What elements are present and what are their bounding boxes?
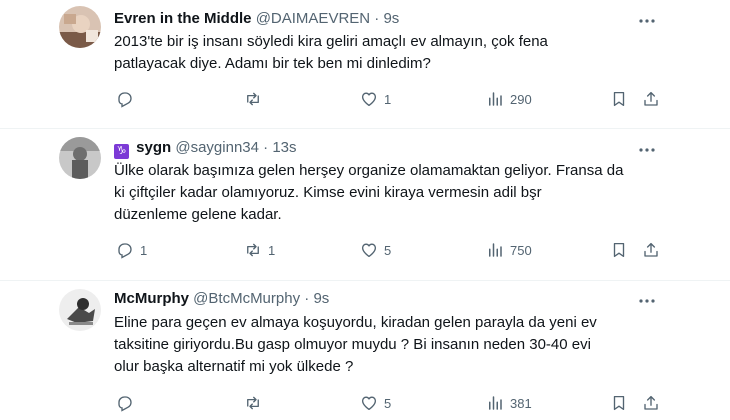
reply-icon — [118, 243, 132, 259]
user-handle[interactable]: @sayginn34 — [175, 139, 259, 156]
like-count: 5 — [384, 242, 392, 258]
tweet-text: Ülke olarak başımıza gelen herşey organi… — [114, 160, 674, 226]
repost-count: 1 — [268, 242, 276, 258]
like-count: 5 — [384, 395, 392, 411]
like-count: 1 — [384, 91, 392, 107]
display-name[interactable]: McMurphy — [114, 290, 189, 307]
tweet-text: Eline para geçen ev almaya koşuyordu, ki… — [114, 312, 674, 378]
avatar-image-2 — [59, 137, 101, 179]
display-name[interactable]: sygn — [136, 139, 171, 156]
reply-button[interactable] — [116, 89, 140, 109]
separator-dot: · — [304, 290, 310, 307]
repost-button[interactable] — [244, 393, 268, 413]
tweet-text-line: 2013'te bir iş insanı söyledi kira gelir… — [114, 33, 548, 50]
tweet-text-line: olur başka alternatif mi yok ülkede ? — [114, 358, 354, 375]
view-count: 381 — [510, 395, 532, 411]
tweet-text-line: düzenleme gelene kadar. — [114, 206, 282, 223]
tweet-text-line: taksitine giriyordu.Bu gasp olmuyor muyd… — [114, 336, 591, 353]
views-icon — [489, 243, 502, 257]
share-icon — [644, 91, 658, 106]
tweet-text-line: Ülke olarak başımıza gelen herşey organi… — [114, 162, 624, 179]
avatar[interactable] — [59, 6, 101, 48]
zodiac-badge-icon: ♑ — [114, 144, 129, 159]
tweet-header: ♑ sygn @sayginn34 · 13s — [114, 138, 297, 159]
tweet-text-line: ki çiftçiler kadar olamıyoruz. Kimse evi… — [114, 184, 542, 201]
like-button[interactable]: 1 — [360, 89, 391, 109]
bookmark-button[interactable] — [610, 393, 628, 413]
bookmark-button[interactable] — [610, 240, 628, 260]
tweet-header: McMurphy @BtcMcMurphy · 9s — [114, 289, 329, 309]
avatar-image-3 — [59, 289, 101, 331]
repost-icon — [247, 243, 259, 257]
bookmark-icon — [613, 242, 625, 258]
tweet-text-line: patlayacak diye. Adamı bir tek ben mi di… — [114, 55, 431, 72]
tweet-3[interactable]: McMurphy @BtcMcMurphy · 9s Eline para ge… — [0, 281, 730, 420]
heart-icon — [361, 243, 377, 258]
tweet-header: Evren in the Middle @DAIMAEVREN · 9s — [114, 9, 399, 29]
more-icon[interactable] — [637, 140, 657, 160]
tweet-2[interactable]: ♑ sygn @sayginn34 · 13s Ülke olarak başı… — [0, 129, 730, 280]
avatar[interactable] — [59, 289, 101, 331]
avatar-image-1 — [59, 6, 101, 48]
reply-icon — [118, 396, 132, 412]
like-button[interactable]: 5 — [360, 393, 391, 413]
heart-icon — [361, 92, 377, 107]
user-handle[interactable]: @BtcMcMurphy — [193, 290, 300, 307]
action-bar: 5 381 — [108, 393, 668, 413]
share-button[interactable] — [642, 240, 660, 260]
like-button[interactable]: 5 — [360, 240, 391, 260]
tweet-feed: Evren in the Middle @DAIMAEVREN · 9s 201… — [0, 0, 730, 420]
reply-count: 1 — [140, 242, 148, 258]
view-count: 290 — [510, 91, 532, 107]
more-icon[interactable] — [637, 11, 657, 31]
reply-icon — [118, 92, 132, 108]
share-button[interactable] — [642, 89, 660, 109]
repost-button[interactable] — [244, 89, 268, 109]
views-icon — [489, 92, 502, 106]
timestamp[interactable]: 9s — [313, 290, 329, 307]
tweet-text: 2013'te bir iş insanı söyledi kira gelir… — [114, 31, 674, 75]
separator-dot: · — [263, 139, 269, 156]
share-button[interactable] — [642, 393, 660, 413]
timestamp[interactable]: 13s — [272, 139, 296, 156]
heart-icon — [361, 396, 377, 411]
separator-dot: · — [374, 10, 380, 27]
repost-icon — [247, 92, 259, 106]
timestamp[interactable]: 9s — [383, 10, 399, 27]
tweet-text-line: Eline para geçen ev almaya koşuyordu, ki… — [114, 314, 597, 331]
bookmark-button[interactable] — [610, 89, 628, 109]
avatar[interactable] — [59, 137, 101, 179]
repost-icon — [247, 396, 259, 410]
share-icon — [644, 242, 658, 257]
tweet-1[interactable]: Evren in the Middle @DAIMAEVREN · 9s 201… — [0, 0, 730, 128]
reply-button[interactable] — [116, 393, 140, 413]
repost-button[interactable]: 1 — [244, 240, 275, 260]
display-name[interactable]: Evren in the Middle — [114, 10, 252, 27]
view-count: 750 — [510, 242, 532, 258]
more-icon[interactable] — [637, 291, 657, 311]
views-icon — [489, 396, 502, 410]
share-icon — [644, 395, 658, 410]
action-bar: 1 290 — [108, 89, 668, 109]
views-button[interactable]: 381 — [486, 393, 532, 413]
reply-button[interactable]: 1 — [116, 240, 147, 260]
bookmark-icon — [613, 395, 625, 411]
views-button[interactable]: 750 — [486, 240, 532, 260]
bookmark-icon — [613, 91, 625, 107]
user-handle[interactable]: @DAIMAEVREN — [256, 10, 370, 27]
views-button[interactable]: 290 — [486, 89, 532, 109]
action-bar: 1 1 5 750 — [108, 240, 668, 260]
